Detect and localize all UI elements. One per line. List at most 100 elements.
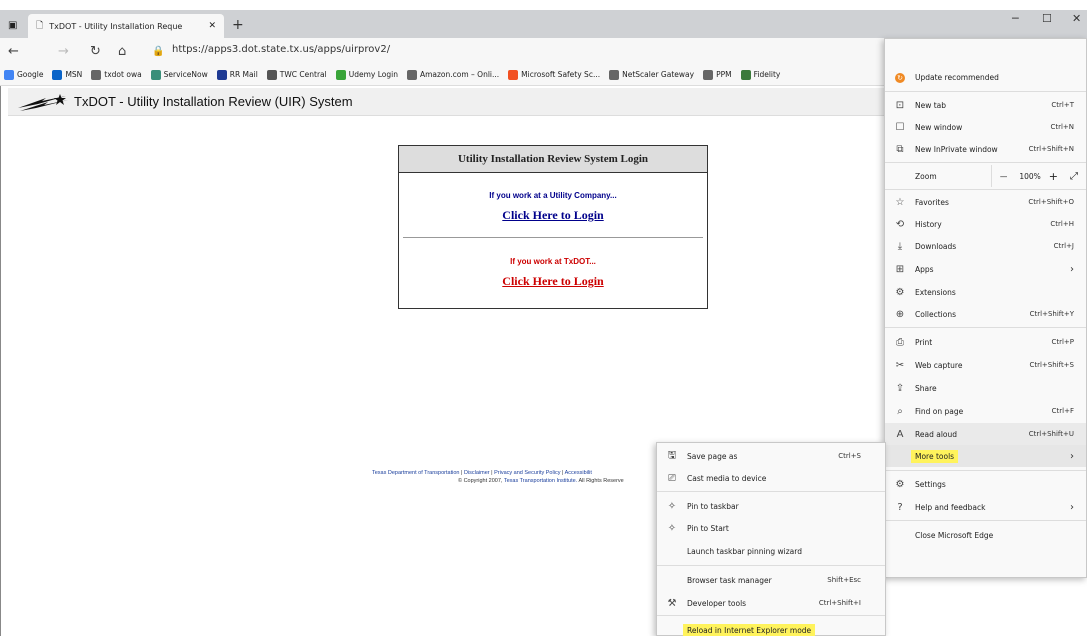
menu-print[interactable]: ⎙ Print Ctrl+P bbox=[885, 331, 1086, 353]
menu-web-capture[interactable]: ✂ Web capture Ctrl+Shift+S bbox=[885, 354, 1086, 376]
bookmark-item[interactable]: Microsoft Safety Sc... bbox=[508, 69, 600, 80]
zoom-in-button[interactable]: + bbox=[1049, 170, 1058, 183]
submenu-save-page[interactable]: 🖫 Save page as Ctrl+S bbox=[657, 445, 885, 467]
url-field[interactable]: https://apps3.dot.state.tx.us/apps/uirpr… bbox=[172, 44, 390, 55]
submenu-separator bbox=[657, 491, 885, 492]
submenu-dev-tools[interactable]: ⚒ Developer tools Ctrl+Shift+I bbox=[657, 592, 885, 614]
menu-share[interactable]: ⇪ Share bbox=[885, 377, 1086, 399]
tab-actions-icon[interactable]: ▣ bbox=[8, 20, 17, 31]
bookmark-item[interactable]: Amazon.com – Onli... bbox=[406, 69, 499, 80]
footer-link-tti[interactable]: Texas Transportation Institute. bbox=[504, 478, 577, 484]
bookmark-item[interactable]: NetScaler Gateway bbox=[609, 69, 695, 80]
menu-help[interactable]: ? Help and feedback › bbox=[885, 496, 1086, 518]
footer-rights: All Rights Reserve bbox=[578, 478, 624, 484]
bookmark-item[interactable]: Google bbox=[4, 69, 43, 80]
forward-button[interactable]: → bbox=[58, 44, 69, 59]
close-window-button[interactable]: ✕ bbox=[1072, 12, 1081, 25]
play-icon bbox=[216, 69, 227, 80]
print-icon: ⎙ bbox=[896, 336, 904, 348]
menu-find-label: Find on page bbox=[915, 406, 964, 416]
submenu-ie-mode[interactable]: Reload in Internet Explorer mode bbox=[657, 619, 885, 636]
new-tab-button[interactable]: + bbox=[232, 17, 244, 33]
menu-settings[interactable]: ⚙ Settings bbox=[885, 473, 1086, 495]
menu-new-tab[interactable]: ⊡ New tab Ctrl+T bbox=[885, 94, 1086, 116]
menu-history[interactable]: ⟲ History Ctrl+H bbox=[885, 213, 1086, 235]
minimize-button[interactable]: ─ bbox=[1012, 12, 1019, 25]
close-tab-icon[interactable]: ✕ bbox=[208, 21, 216, 31]
submenu-pin-taskbar[interactable]: ✧ Pin to taskbar bbox=[657, 495, 885, 517]
menu-new-inprivate[interactable]: ⧉ New InPrivate window Ctrl+Shift+N bbox=[885, 138, 1086, 160]
find-icon: ⌕ bbox=[897, 405, 903, 417]
menu-extensions[interactable]: ⚙ Extensions bbox=[885, 281, 1086, 303]
menu-zoom: Zoom — 100% + ⤢ bbox=[885, 165, 1086, 187]
menu-downloads[interactable]: ⤓ Downloads Ctrl+J bbox=[885, 235, 1086, 257]
history-icon: ⟲ bbox=[895, 218, 905, 230]
footer-link-txdot[interactable]: Texas Department of Transportation bbox=[372, 470, 459, 476]
menu-new-inprivate-label: New InPrivate window bbox=[915, 144, 998, 154]
zoom-divider bbox=[990, 165, 992, 187]
bookmark-item[interactable]: txdot owa bbox=[91, 69, 142, 80]
share-icon: ⇪ bbox=[895, 382, 905, 394]
fidelity-icon bbox=[740, 69, 751, 80]
maximize-button[interactable]: ☐ bbox=[1042, 12, 1052, 25]
bookmark-item[interactable]: PPM bbox=[703, 69, 732, 80]
menu-separator bbox=[885, 162, 1086, 163]
submenu-task-manager[interactable]: Browser task manager Shift+Esc bbox=[657, 569, 885, 591]
inprivate-icon: ⧉ bbox=[896, 143, 904, 155]
bookmark-item[interactable]: Fidelity bbox=[740, 69, 780, 80]
submenu-launch-wizard[interactable]: Launch taskbar pinning wizard bbox=[657, 540, 885, 562]
submenu-cast[interactable]: ⎚ Cast media to device bbox=[657, 467, 885, 489]
cast-icon: ⎚ bbox=[668, 472, 676, 484]
menu-collections-label: Collections bbox=[915, 309, 957, 319]
footer-link-privacy[interactable]: Privacy and Security Policy bbox=[494, 470, 560, 476]
zoom-out-button[interactable]: — bbox=[1000, 172, 1008, 181]
home-button[interactable]: ⌂ bbox=[118, 44, 126, 59]
menu-close-label: Close Microsoft Edge bbox=[915, 530, 994, 540]
bookmark-item[interactable]: MSN bbox=[52, 69, 82, 80]
refresh-button[interactable]: ↻ bbox=[90, 44, 101, 59]
txdot-login-link[interactable]: Click Here to Login bbox=[399, 274, 707, 289]
back-button[interactable]: ← bbox=[8, 44, 19, 59]
bookmark-label: NetScaler Gateway bbox=[622, 70, 695, 79]
menu-find[interactable]: ⌕ Find on page Ctrl+F bbox=[885, 400, 1086, 422]
apps-icon: ⊞ bbox=[895, 263, 905, 275]
active-tab[interactable]: 🗋 TxDOT - Utility Installation Reque ✕ bbox=[28, 14, 224, 38]
submenu-pin-start[interactable]: ✧ Pin to Start bbox=[657, 517, 885, 539]
top-strip bbox=[0, 0, 1087, 10]
menu-separator bbox=[885, 327, 1086, 328]
menu-history-label: History bbox=[915, 219, 942, 229]
bookmark-item[interactable]: Udemy Login bbox=[335, 69, 398, 80]
footer-link-disclaimer[interactable]: Disclaimer bbox=[464, 470, 490, 476]
submenu-task-manager-label: Browser task manager bbox=[687, 575, 772, 585]
menu-update[interactable]: ↻ Update recommended bbox=[885, 66, 1086, 88]
footer-link-accessibility[interactable]: Accessibilit bbox=[565, 470, 592, 476]
chevron-right-icon: › bbox=[1070, 263, 1074, 275]
menu-read-aloud[interactable]: A Read aloud Ctrl+Shift+U bbox=[885, 423, 1086, 445]
menu-new-inprivate-shortcut: Ctrl+Shift+N bbox=[1028, 145, 1074, 153]
menu-new-tab-label: New tab bbox=[915, 100, 947, 110]
menu-favorites[interactable]: ☆ Favorites Ctrl+Shift+O bbox=[885, 191, 1086, 213]
bookmark-item[interactable]: RR Mail bbox=[216, 69, 258, 80]
help-icon: ? bbox=[897, 501, 903, 513]
menu-separator bbox=[885, 520, 1086, 521]
bookmark-item[interactable]: ServiceNow bbox=[150, 69, 208, 80]
update-icon: ↻ bbox=[885, 72, 915, 83]
menu-more-tools[interactable]: More tools › bbox=[885, 445, 1086, 467]
bookmark-item[interactable]: TWC Central bbox=[266, 69, 327, 80]
utility-login-link[interactable]: Click Here to Login bbox=[399, 208, 707, 223]
menu-new-window[interactable]: ☐ New window Ctrl+N bbox=[885, 116, 1086, 138]
menu-new-tab-shortcut: Ctrl+T bbox=[1051, 101, 1074, 109]
menu-downloads-label: Downloads bbox=[915, 241, 957, 251]
fullscreen-icon[interactable]: ⤢ bbox=[1070, 171, 1078, 182]
menu-collections[interactable]: ⊕ Collections Ctrl+Shift+Y bbox=[885, 303, 1086, 325]
menu-help-label: Help and feedback bbox=[915, 502, 986, 512]
menu-collections-shortcut: Ctrl+Shift+Y bbox=[1029, 310, 1074, 318]
submenu-separator bbox=[657, 615, 885, 616]
menu-close-edge[interactable]: Close Microsoft Edge bbox=[885, 524, 1086, 546]
menu-apps[interactable]: ⊞ Apps › bbox=[885, 258, 1086, 280]
menu-new-window-label: New window bbox=[915, 122, 963, 132]
chevron-right-icon: › bbox=[1070, 501, 1074, 513]
menu-find-shortcut: Ctrl+F bbox=[1051, 407, 1074, 415]
submenu-dev-tools-label: Developer tools bbox=[687, 598, 747, 608]
menu-print-label: Print bbox=[915, 337, 933, 347]
